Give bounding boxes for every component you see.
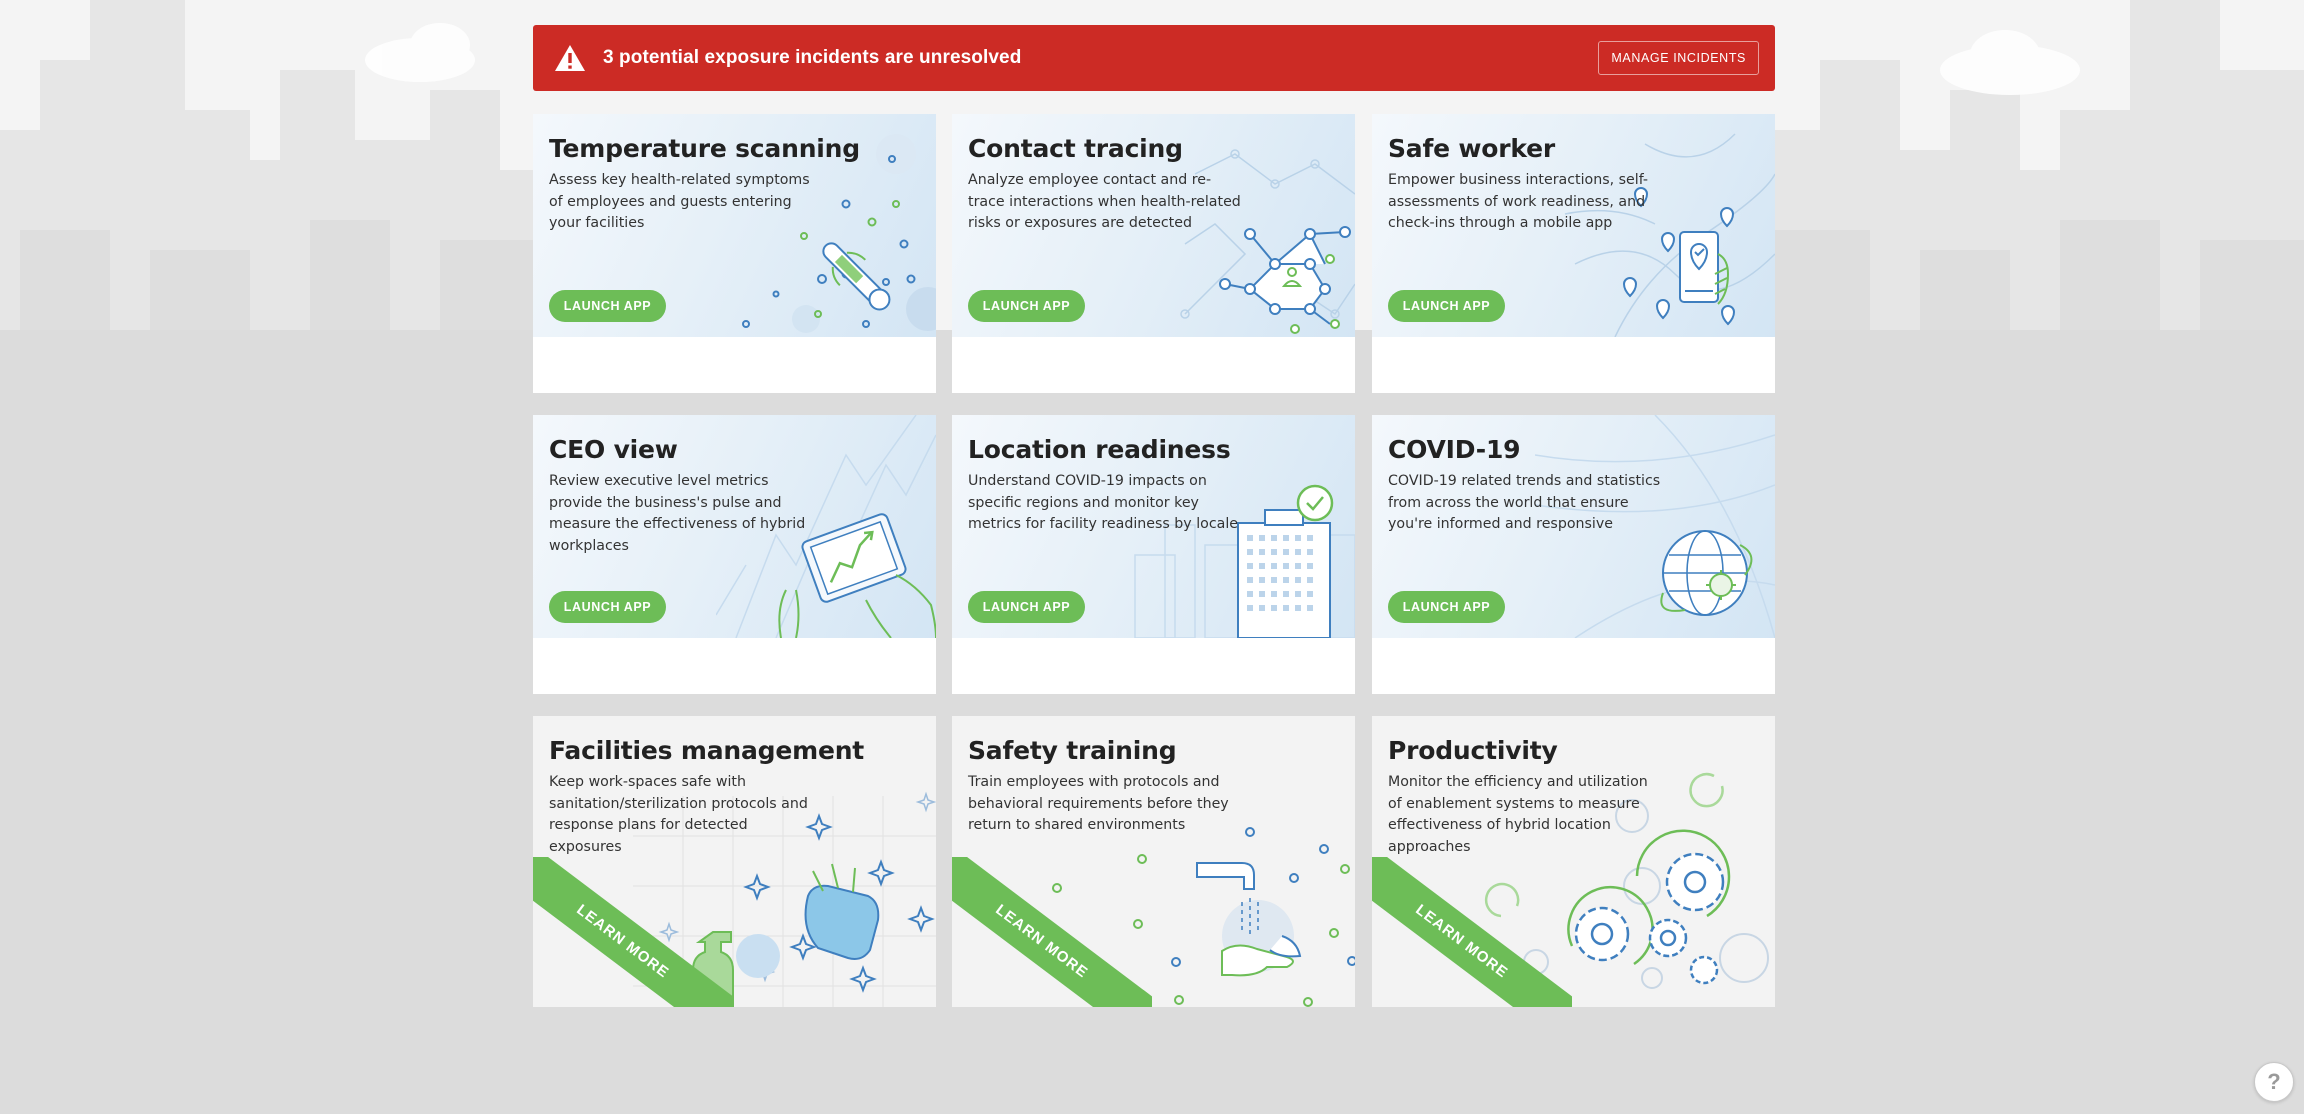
card-description: Analyze employee contact and re-trace in…: [968, 172, 1241, 231]
help-button[interactable]: ?: [2254, 1062, 2294, 1102]
card-title: Facilities management: [549, 736, 865, 765]
warning-icon: [555, 45, 585, 71]
card-ceo-view: CEO view Review executive level metrics …: [533, 415, 936, 694]
card-covid-19: COVID-19 COVID-19 related trends and sta…: [1372, 415, 1775, 694]
card-description: Assess key health-related symptoms of em…: [549, 172, 810, 231]
launch-app-button[interactable]: LAUNCH APP: [549, 591, 666, 623]
card-contact-tracing: Contact tracing Analyze employee contact…: [952, 114, 1355, 393]
card-description: Monitor the efficiency and utilization o…: [1388, 774, 1648, 855]
card-title: COVID-19: [1388, 435, 1521, 464]
card-title: Location readiness: [968, 435, 1231, 464]
learn-more-ribbon[interactable]: LEARN MORE: [952, 857, 1152, 1007]
card-description: Review executive level metrics provide t…: [549, 473, 806, 554]
card-temperature-scanning: Temperature scanning Assess key health-r…: [533, 114, 936, 393]
ribbon-container: LEARN MORE: [533, 857, 733, 1007]
card-title: Safety training: [968, 736, 1177, 765]
learn-more-ribbon[interactable]: LEARN MORE: [1372, 857, 1572, 1007]
manage-incidents-button[interactable]: MANAGE INCIDENTS: [1598, 41, 1759, 75]
exposure-alert-banner: 3 potential exposure incidents are unres…: [533, 25, 1775, 91]
card-title: Temperature scanning: [549, 134, 860, 163]
card-safe-worker: Safe worker Empower business interaction…: [1372, 114, 1775, 393]
card-description: Keep work-spaces safe with sanitation/st…: [549, 774, 808, 855]
card-productivity: LEARN MORE Productivity Monitor the effi…: [1372, 716, 1775, 1007]
card-title: Contact tracing: [968, 134, 1183, 163]
card-safety-training: LEARN MORE Safety training Train employe…: [952, 716, 1355, 1007]
card-description: Understand COVID-19 impacts on specific …: [968, 473, 1238, 532]
card-description: Empower business interactions, self-asse…: [1388, 172, 1649, 231]
launch-app-button[interactable]: LAUNCH APP: [1388, 290, 1505, 322]
launch-app-button[interactable]: LAUNCH APP: [1388, 591, 1505, 623]
card-description: COVID-19 related trends and statistics f…: [1388, 473, 1661, 532]
launch-app-button[interactable]: LAUNCH APP: [968, 591, 1085, 623]
ribbon-container: LEARN MORE: [952, 857, 1152, 1007]
card-facilities-management: LEARN MORE Facilities management Keep wo…: [533, 716, 936, 1007]
ribbon-container: LEARN MORE: [1372, 857, 1572, 1007]
alert-message: 3 potential exposure incidents are unres…: [603, 47, 1022, 68]
card-title: CEO view: [549, 435, 678, 464]
launch-app-button[interactable]: LAUNCH APP: [549, 290, 666, 322]
card-title: Safe worker: [1388, 134, 1556, 163]
learn-more-ribbon[interactable]: LEARN MORE: [533, 857, 733, 1007]
card-title: Productivity: [1388, 736, 1558, 765]
launch-app-button[interactable]: LAUNCH APP: [968, 290, 1085, 322]
card-location-readiness: Location readiness Understand COVID-19 i…: [952, 415, 1355, 694]
card-description: Train employees with protocols and behav…: [968, 774, 1229, 833]
